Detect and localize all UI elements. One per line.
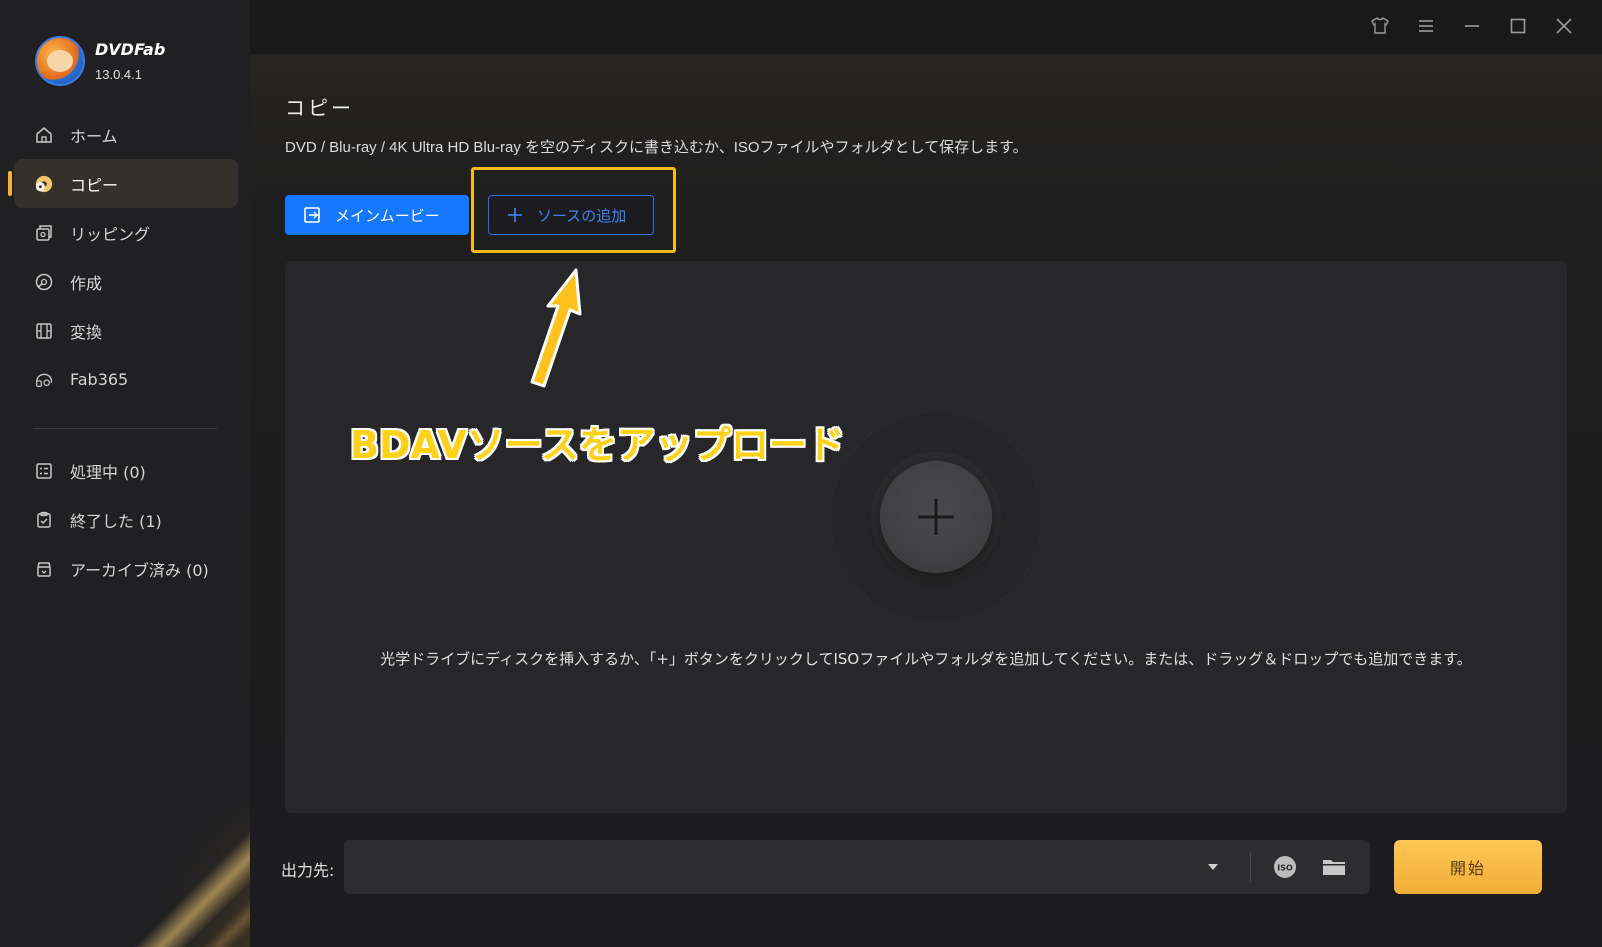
sidebar-item-label: ホーム <box>70 126 118 146</box>
sidebar-item-label: アーカイブ済み (0) <box>70 560 209 580</box>
finished-clipboard-icon <box>34 510 54 530</box>
app-name: DVDFab <box>95 40 166 59</box>
main-movie-mode-label: メインムービー <box>335 206 440 225</box>
output-separator <box>1250 852 1251 882</box>
main-panel: コピー DVD / Blu-ray / 4K Ultra HD Blu-ray … <box>250 54 1602 947</box>
sidebar-item-converter[interactable]: 変換 <box>14 306 238 355</box>
app-logo: DVDFab 13.0.4.1 <box>35 36 165 86</box>
output-destination-select[interactable] <box>344 840 1250 894</box>
sidebar-item-label: コピー <box>70 175 119 195</box>
mode-switch-icon <box>303 206 321 224</box>
skin-icon[interactable] <box>1368 14 1392 38</box>
dropdown-caret-icon[interactable] <box>1206 858 1220 876</box>
window-controls <box>1368 14 1576 38</box>
sidebar-light-decoration <box>120 727 250 947</box>
dvdfab-logo-icon <box>35 36 85 86</box>
sidebar-item-finished[interactable]: 終了した (1) <box>14 495 238 544</box>
page-title: コピー <box>285 96 354 120</box>
add-source-circle <box>830 411 1042 623</box>
maximize-icon[interactable] <box>1506 14 1530 38</box>
sidebar-item-processing[interactable]: 処理中 (0) <box>14 446 238 495</box>
annotation-label: BDAVソースをアップロード <box>350 423 845 467</box>
main-movie-mode-button[interactable]: メインムービー <box>285 195 469 235</box>
output-label: 出力先: <box>281 861 335 880</box>
drop-zone[interactable]: 光学ドライブにディスクを挿入するか、「+」ボタンをクリックしてISOファイルやフ… <box>285 261 1567 813</box>
start-button[interactable]: 開始 <box>1394 840 1542 894</box>
close-icon[interactable] <box>1552 14 1576 38</box>
output-bar: ISO <box>344 840 1370 894</box>
home-icon <box>34 125 54 145</box>
sidebar-item-label: 作成 <box>70 273 103 293</box>
sidebar-item-ripper[interactable]: リッピング <box>14 208 238 257</box>
sidebar-divider <box>33 428 217 429</box>
title-bar <box>250 0 1602 54</box>
iso-icon[interactable]: ISO <box>1272 854 1298 880</box>
sidebar-item-label: 変換 <box>70 322 103 342</box>
drop-zone-hint: 光学ドライブにディスクを挿入するか、「+」ボタンをクリックしてISOファイルやフ… <box>380 650 1472 668</box>
plus-icon <box>507 207 523 223</box>
sidebar-item-home[interactable]: ホーム <box>14 110 238 159</box>
ripper-icon <box>34 223 54 243</box>
sidebar-item-label: Fab365 <box>70 370 129 389</box>
sidebar-task-nav: 処理中 (0) 終了した (1) アーカイブ済み (0) <box>14 446 238 593</box>
add-source-button[interactable]: ソースの追加 <box>488 195 654 235</box>
sidebar-item-copy[interactable]: コピー <box>8 159 238 208</box>
folder-icon[interactable] <box>1321 854 1347 880</box>
copy-disc-icon <box>34 174 54 194</box>
sidebar-item-label: 処理中 (0) <box>70 462 146 482</box>
sidebar-nav: ホーム コピー リッピング 作成 変換 Fab365 <box>8 110 238 404</box>
app-version: 13.0.4.1 <box>95 67 142 82</box>
film-icon <box>34 321 54 341</box>
page-description: DVD / Blu-ray / 4K Ultra HD Blu-ray を空のデ… <box>285 139 1028 156</box>
add-source-label: ソースの追加 <box>537 206 627 225</box>
sidebar: DVDFab 13.0.4.1 ホーム コピー リッピング 作成 変換 Fab3… <box>0 0 250 947</box>
big-add-button[interactable] <box>881 462 991 572</box>
big-plus-icon <box>918 499 954 535</box>
archive-box-icon <box>34 559 54 579</box>
processing-list-icon <box>34 461 54 481</box>
sidebar-item-fab365[interactable]: Fab365 <box>14 355 238 404</box>
menu-icon[interactable] <box>1414 14 1438 38</box>
svg-text:ISO: ISO <box>1277 864 1293 873</box>
fab365-icon <box>34 370 54 390</box>
creator-icon <box>34 272 54 292</box>
annotation-arrow-icon <box>530 268 582 388</box>
minimize-icon[interactable] <box>1460 14 1484 38</box>
sidebar-item-label: 終了した (1) <box>70 511 162 531</box>
sidebar-item-creator[interactable]: 作成 <box>14 257 238 306</box>
sidebar-item-archived[interactable]: アーカイブ済み (0) <box>14 544 238 593</box>
sidebar-item-label: リッピング <box>70 224 151 244</box>
